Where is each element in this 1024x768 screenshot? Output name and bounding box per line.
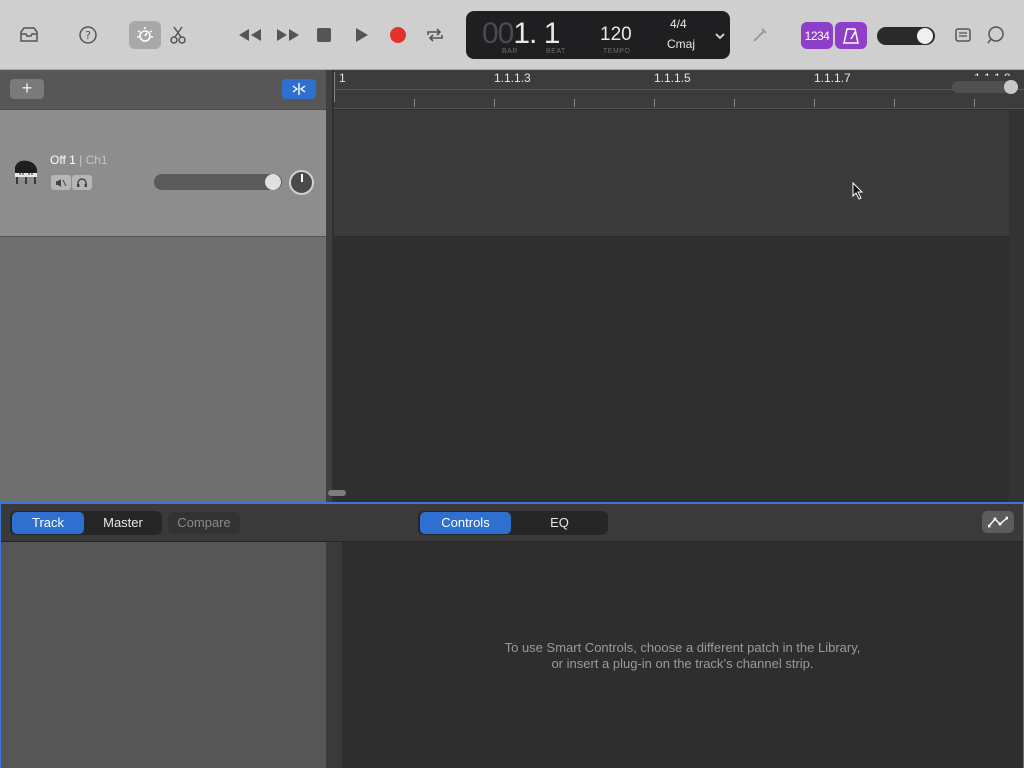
ruler-label: 1.1.1.7 bbox=[814, 71, 851, 85]
loop-browser-icon[interactable] bbox=[982, 21, 1010, 49]
ruler[interactable]: 1 1.1.1.3 1.1.1.5 1.1.1.7 1.1.1.9 bbox=[334, 70, 1024, 109]
horizontal-scrollbar-thumb[interactable] bbox=[328, 490, 346, 496]
ruler-label: 1.1.1.3 bbox=[494, 71, 531, 85]
ruler-tick bbox=[654, 99, 655, 107]
track-volume-slider[interactable] bbox=[154, 174, 282, 190]
ruler-tick bbox=[894, 99, 895, 107]
mute-icon[interactable] bbox=[51, 175, 71, 190]
track-pan-knob[interactable] bbox=[289, 170, 314, 195]
add-track-button[interactable]: + bbox=[10, 79, 44, 99]
track-header-empty-area[interactable] bbox=[0, 237, 326, 502]
cycle-icon[interactable] bbox=[421, 21, 449, 49]
track-header-pane: + Off 1 | Ch1 bbox=[0, 70, 326, 502]
headphones-icon[interactable] bbox=[72, 175, 92, 190]
track-header-row[interactable]: Off 1 | Ch1 bbox=[0, 110, 326, 237]
track-volume-knob[interactable] bbox=[265, 174, 281, 190]
smart-controls-header: Track Master Compare Controls EQ bbox=[1, 504, 1023, 542]
tab-controls[interactable]: Controls bbox=[420, 512, 511, 534]
lcd-position: 001. 1 bbox=[482, 17, 560, 50]
control-bar: ? 001. 1 BAR BEAT 120 TEMPO 4/4 Cmaj 123… bbox=[0, 0, 1024, 70]
smart-controls-message: To use Smart Controls, choose a differen… bbox=[342, 640, 1023, 672]
master-volume-slider[interactable] bbox=[877, 27, 935, 45]
flex-icon[interactable] bbox=[282, 79, 316, 99]
automation-icon[interactable] bbox=[982, 511, 1014, 533]
stop-icon[interactable] bbox=[310, 21, 338, 49]
lcd-tempo-label: TEMPO bbox=[603, 48, 631, 55]
lcd-display[interactable]: 001. 1 BAR BEAT 120 TEMPO 4/4 Cmaj bbox=[466, 11, 730, 59]
lcd-bar-label: BAR bbox=[502, 48, 518, 55]
track-header-toolbar: + bbox=[0, 70, 326, 110]
ruler-label: 1.1.1.5 bbox=[654, 71, 691, 85]
lcd-key[interactable]: Cmaj bbox=[667, 37, 695, 51]
tuner-icon[interactable] bbox=[746, 21, 774, 49]
smart-controls-pane: Track Master Compare Controls EQ To use … bbox=[0, 502, 1024, 768]
mouse-pointer-icon bbox=[852, 181, 864, 205]
ruler-label: 1 bbox=[339, 71, 346, 85]
help-icon[interactable]: ? bbox=[74, 21, 102, 49]
lcd-beat-label: BEAT bbox=[546, 48, 566, 55]
notepad-icon[interactable] bbox=[949, 21, 977, 49]
zoom-slider[interactable] bbox=[952, 80, 1018, 94]
chevron-down-icon[interactable] bbox=[714, 28, 726, 46]
ruler-divider bbox=[334, 89, 1024, 90]
play-icon[interactable] bbox=[348, 21, 376, 49]
tab-eq[interactable]: EQ bbox=[514, 512, 605, 534]
ruler-tick bbox=[414, 99, 415, 107]
smart-controls-icon[interactable] bbox=[129, 21, 161, 49]
rewind-icon[interactable] bbox=[236, 21, 264, 49]
lcd-tempo[interactable]: 120 bbox=[600, 24, 632, 46]
compare-button[interactable]: Compare bbox=[168, 512, 240, 534]
track-lane[interactable] bbox=[334, 110, 1009, 237]
svg-text:?: ? bbox=[85, 29, 91, 42]
ruler-tick bbox=[574, 99, 575, 107]
zoom-knob[interactable] bbox=[1004, 80, 1018, 94]
count-in-label: 1234 bbox=[804, 28, 830, 43]
scissors-icon[interactable] bbox=[164, 21, 192, 49]
ruler-tick bbox=[494, 99, 495, 107]
tracks-area[interactable]: 1 1.1.1.3 1.1.1.5 1.1.1.7 1.1.1.9 bbox=[326, 70, 1024, 502]
tab-master[interactable]: Master bbox=[87, 512, 159, 534]
library-icon[interactable] bbox=[15, 21, 43, 49]
smart-controls-divider[interactable] bbox=[326, 542, 342, 768]
metronome-icon[interactable] bbox=[835, 22, 867, 49]
master-volume-knob[interactable] bbox=[917, 28, 933, 44]
track-name[interactable]: Off 1 | Ch1 bbox=[50, 153, 108, 167]
ruler-tick bbox=[334, 72, 335, 102]
count-in-button[interactable]: 1234 bbox=[801, 22, 833, 49]
record-icon[interactable] bbox=[384, 21, 412, 49]
lcd-time-signature[interactable]: 4/4 bbox=[670, 17, 687, 31]
ruler-tick bbox=[814, 99, 815, 107]
fast-forward-icon[interactable] bbox=[274, 21, 302, 49]
smart-controls-main: To use Smart Controls, choose a differen… bbox=[342, 542, 1023, 768]
smart-controls-inspector bbox=[1, 542, 326, 768]
ruler-tick bbox=[974, 99, 975, 107]
tab-track[interactable]: Track bbox=[12, 512, 84, 534]
arrange-divider[interactable] bbox=[326, 70, 332, 502]
message-line-2: or insert a plug-in on the track’s chann… bbox=[551, 656, 814, 671]
ruler-tick bbox=[734, 99, 735, 107]
vertical-scrollbar[interactable] bbox=[1009, 110, 1024, 502]
grand-piano-icon bbox=[12, 157, 40, 187]
message-line-1: To use Smart Controls, choose a differen… bbox=[504, 640, 861, 655]
